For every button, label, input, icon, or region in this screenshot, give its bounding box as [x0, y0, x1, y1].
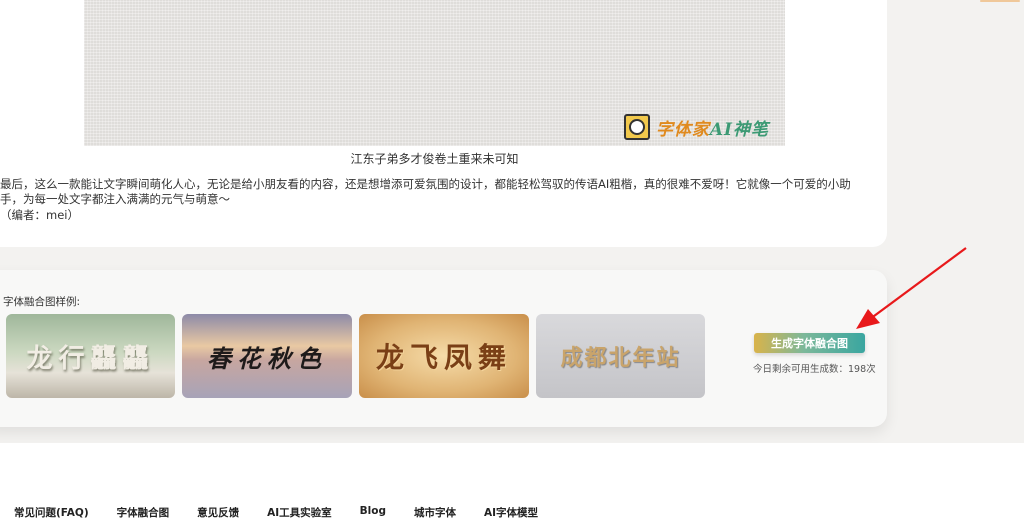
sample-thumbnail-text: 春花秋色 — [207, 343, 327, 373]
sample-thumbnail[interactable]: 龙飞凤舞 — [359, 314, 529, 398]
footer-link-blog[interactable]: Blog — [360, 505, 386, 520]
image-caption: 江东子弟多才俊卷土重来未可知 — [350, 152, 519, 166]
footer-link-font-fusion[interactable]: 字体融合图 — [117, 505, 170, 520]
sample-thumbnail-text: 成都北年站 — [560, 345, 681, 371]
footer-link-ai-font-models[interactable]: AI字体模型 — [484, 505, 538, 520]
page: 字体家AI神笔 江东子弟多才俊卷土重来未可知 最后，这么一款能让文字瞬间萌化人心… — [0, 0, 1024, 523]
watermark-text: 字体家AI神笔 — [655, 119, 769, 140]
footer-link-ai-lab[interactable]: AI工具实验室 — [267, 505, 332, 520]
editor-credit: （编者：mei） — [0, 208, 79, 222]
corner-accent — [980, 0, 1020, 2]
sample-thumbnail[interactable]: 春花秋色 — [182, 314, 352, 398]
sample-thumbnail[interactable]: 成都北年站 — [536, 314, 705, 398]
brand-watermark: 字体家AI神笔 — [623, 114, 769, 140]
footer-link-city-fonts[interactable]: 城市字体 — [414, 505, 456, 520]
sample-thumbnail-text: 龙飞凤舞 — [375, 341, 512, 374]
sample-thumbnail-text: 龙行龘龘 — [26, 343, 155, 374]
footer-link-faq[interactable]: 常见问题(FAQ) — [14, 505, 89, 520]
remaining-generations: 今日剩余可用生成数：198次 — [753, 364, 876, 375]
paragraph-line: 手，为每一处文字都注入满满的元气与萌意～ — [0, 192, 230, 206]
article-paragraph: 最后，这么一款能让文字瞬间萌化人心，无论是给小朋友看的内容，还是想增添可爱氛围的… — [0, 177, 880, 207]
footer-link-feedback[interactable]: 意见反馈 — [197, 505, 239, 520]
paragraph-line: 最后，这么一款能让文字瞬间萌化人心，无论是给小朋友看的内容，还是想增添可爱氛围的… — [0, 177, 851, 191]
sample-thumbnail[interactable]: 龙行龘龘 — [6, 314, 175, 398]
samples-label: 字体融合图样例: — [3, 296, 81, 308]
brand-logo-icon — [623, 114, 650, 140]
footer-nav: 常见问题(FAQ) 字体融合图 意见反馈 AI工具实验室 Blog 城市字体 A… — [14, 505, 566, 520]
font-sample-image: 字体家AI神笔 — [84, 0, 785, 146]
generate-font-fusion-button[interactable]: 生成字体融合图 — [754, 333, 865, 353]
annotation-arrow-icon — [856, 247, 967, 329]
